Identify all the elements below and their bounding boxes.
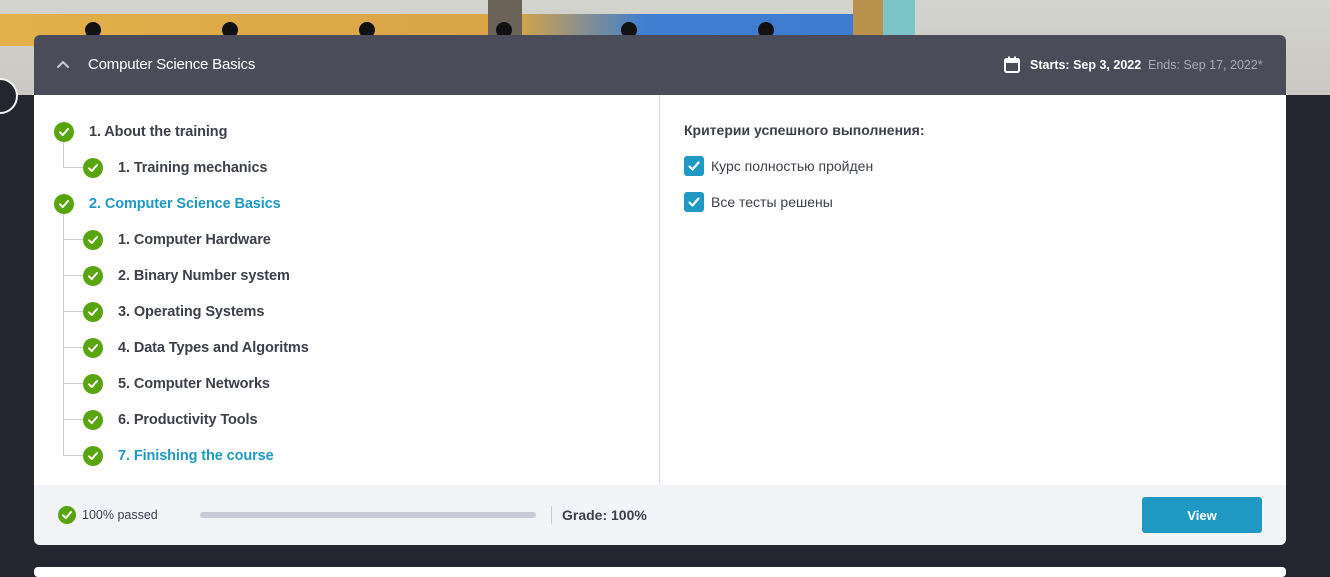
chevron-up-icon[interactable] <box>56 57 70 71</box>
course-title: Computer Science Basics <box>88 56 256 73</box>
tree-connector <box>63 311 83 312</box>
outline-item-label: 1. Training mechanics <box>118 160 268 176</box>
criteria-item[interactable]: Курс полностью пройден <box>684 156 873 176</box>
checkmark-icon <box>88 164 98 172</box>
outline-lesson[interactable]: 4. Data Types and Algoritms <box>83 337 309 359</box>
checkbox[interactable] <box>684 192 704 212</box>
check-circle-icon <box>83 446 103 466</box>
criteria-label: Курс полностью пройден <box>711 158 874 174</box>
outline-item-label: 6. Productivity Tools <box>118 412 258 428</box>
progress-fill <box>200 512 536 518</box>
check-circle-icon <box>54 194 74 214</box>
tree-connector <box>63 383 83 384</box>
check-circle-icon <box>58 506 76 524</box>
outline-section[interactable]: 1. About the training <box>54 121 227 143</box>
checkmark-icon <box>88 236 98 244</box>
tree-connector <box>63 239 83 240</box>
checkmark-icon <box>59 128 69 136</box>
end-date: Ends: Sep 17, 2022* <box>1148 58 1263 72</box>
outline-item-label: 1. Computer Hardware <box>118 232 271 248</box>
tree-connector <box>63 275 83 276</box>
view-button[interactable]: View <box>1142 497 1262 533</box>
checkmark-icon <box>88 380 98 388</box>
outline-lesson[interactable]: 3. Operating Systems <box>83 301 264 323</box>
outline-item-label: 2. Computer Science Basics <box>89 196 281 212</box>
check-circle-icon <box>83 230 103 250</box>
checkmark-icon <box>88 452 98 460</box>
course-outline: 1. About the training 1. Training mechani… <box>34 95 660 485</box>
check-circle-icon <box>83 374 103 394</box>
tree-connector <box>63 347 83 348</box>
outline-item-label: 5. Computer Networks <box>118 376 270 392</box>
checkmark-icon <box>88 344 98 352</box>
outline-item-label: 4. Data Types and Algoritms <box>118 340 309 356</box>
check-circle-icon <box>54 122 74 142</box>
outline-item-label: 2. Binary Number system <box>118 268 290 284</box>
tree-connector <box>63 142 64 168</box>
tree-connector <box>63 419 83 420</box>
outline-lesson[interactable]: 1. Computer Hardware <box>83 229 271 251</box>
outline-item-label: 3. Operating Systems <box>118 304 265 320</box>
criteria-title: Критерии успешного выполнения: <box>684 122 925 138</box>
outline-item-label: 7. Finishing the course <box>118 448 274 464</box>
next-card-edge <box>34 567 1286 577</box>
criteria-label: Все тесты решены <box>711 194 833 210</box>
checkmark-icon <box>688 161 700 171</box>
progress-bar <box>200 512 536 518</box>
passed-status: 100% passed <box>82 508 158 522</box>
outline-lesson[interactable]: 6. Productivity Tools <box>83 409 258 431</box>
tree-connector <box>63 167 83 168</box>
checkmark-icon <box>88 308 98 316</box>
outline-lesson[interactable]: 1. Training mechanics <box>83 157 268 179</box>
outline-item-label: 1. About the training <box>89 124 228 140</box>
tree-connector <box>63 455 83 456</box>
checkbox[interactable] <box>684 156 704 176</box>
checkmark-icon <box>59 200 69 208</box>
calendar-icon <box>1004 56 1020 73</box>
completion-criteria: Критерии успешного выполнения: Курс полн… <box>660 95 1286 485</box>
card-body: 1. About the training 1. Training mechani… <box>34 95 1286 485</box>
course-card: Computer Science Basics Starts: Sep 3, 2… <box>34 35 1286 545</box>
grade-label: Grade: 100% <box>562 507 647 523</box>
divider <box>551 506 552 524</box>
check-circle-icon <box>83 302 103 322</box>
start-date: Starts: Sep 3, 2022 <box>1030 58 1142 72</box>
check-circle-icon <box>83 266 103 286</box>
checkmark-icon <box>88 272 98 280</box>
checkmark-icon <box>688 197 700 207</box>
check-circle-icon <box>83 338 103 358</box>
card-footer: 100% passed Grade: 100% View <box>34 485 1286 545</box>
outline-lesson[interactable]: 2. Binary Number system <box>83 265 290 287</box>
check-circle-icon <box>83 410 103 430</box>
check-circle-icon <box>83 158 103 178</box>
checkmark-icon <box>88 416 98 424</box>
outline-lesson[interactable]: 7. Finishing the course <box>83 445 274 467</box>
criteria-item[interactable]: Все тесты решены <box>684 192 833 212</box>
card-header[interactable]: Computer Science Basics Starts: Sep 3, 2… <box>34 35 1286 95</box>
outline-section[interactable]: 2. Computer Science Basics <box>54 193 281 215</box>
outline-lesson[interactable]: 5. Computer Networks <box>83 373 270 395</box>
